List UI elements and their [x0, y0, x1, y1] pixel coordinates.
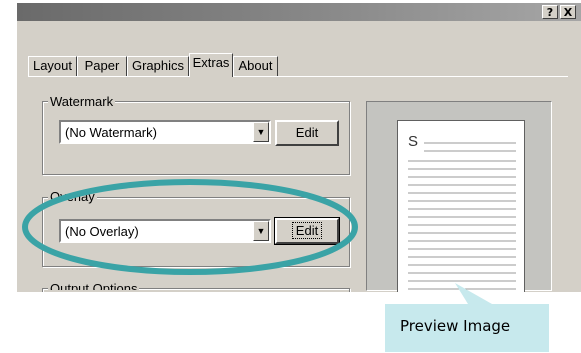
annotation-layer — [22, 179, 492, 304]
preview-image-callout: Preview Image — [385, 304, 549, 352]
callout-pointer — [455, 283, 492, 304]
highlight-ellipse — [22, 179, 358, 275]
callout-text: Preview Image — [400, 317, 511, 335]
tab-extras[interactable]: Extras — [189, 53, 233, 77]
